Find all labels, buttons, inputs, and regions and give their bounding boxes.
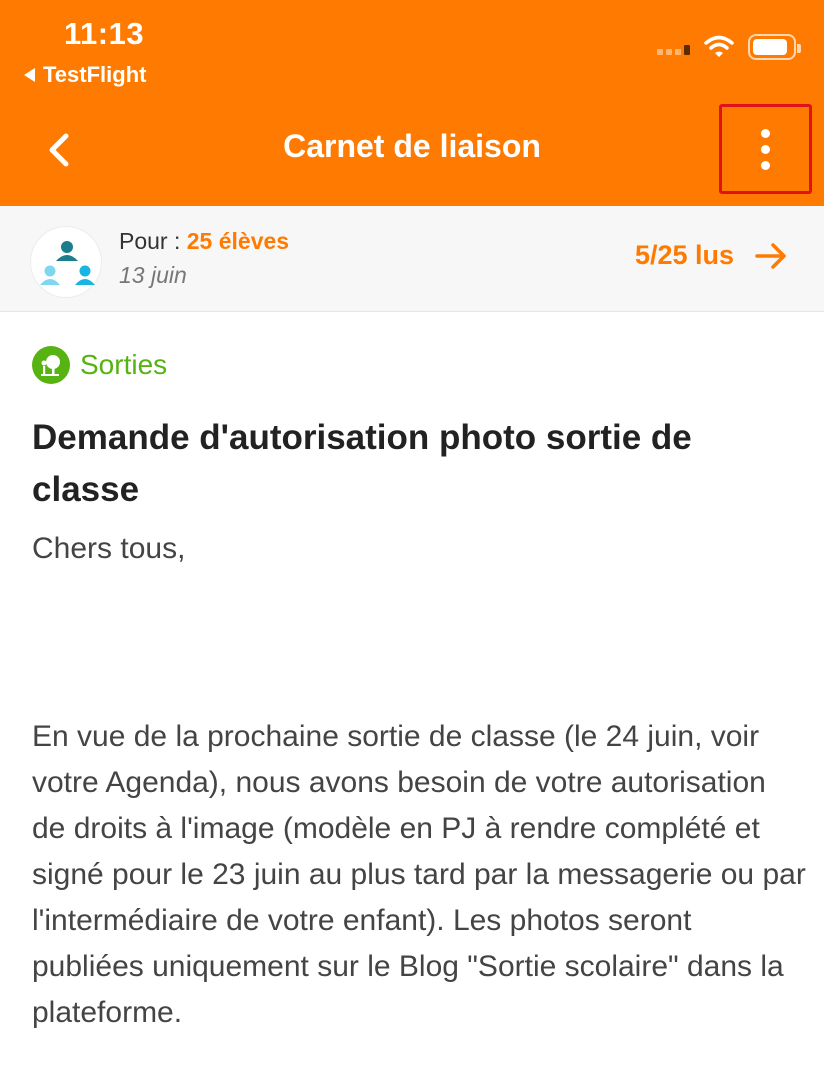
signal-icon xyxy=(657,39,690,55)
read-status-link[interactable]: 5/25 lus xyxy=(635,240,788,271)
wifi-icon xyxy=(704,35,734,57)
more-vertical-icon xyxy=(761,128,770,138)
message-title: Demande d'autorisation photo sortie de c… xyxy=(32,418,692,509)
message-greeting: Chers tous, xyxy=(32,532,186,565)
recipient-line: Pour : 25 élèves xyxy=(119,228,289,255)
app-header: 11:13 TestFlight Carnet de liaison xyxy=(0,0,824,206)
more-options-button[interactable] xyxy=(719,104,812,194)
back-triangle-icon xyxy=(24,68,35,82)
battery-icon xyxy=(748,34,801,60)
category-label: Sorties xyxy=(80,349,168,380)
status-icons xyxy=(657,34,801,60)
tree-icon xyxy=(32,346,70,384)
recipient-prefix: Pour : xyxy=(119,228,181,254)
read-count: 5/25 lus xyxy=(634,240,734,270)
page-title: Carnet de liaison xyxy=(283,128,541,164)
recipient-count: 25 élèves xyxy=(186,228,290,254)
message-body: En vue de la prochaine sortie de classe … xyxy=(32,720,806,1029)
message-date: 13 juin xyxy=(119,262,187,288)
group-icon xyxy=(30,226,102,298)
arrow-right-icon xyxy=(755,242,786,269)
category-tag: Sorties xyxy=(32,346,167,384)
status-time: 11:13 xyxy=(64,16,145,51)
recipient-bar[interactable]: Pour : 25 élèves 13 juin 5/25 lus xyxy=(0,206,824,312)
back-app-label: TestFlight xyxy=(43,62,147,87)
back-to-app-link[interactable]: TestFlight xyxy=(24,62,146,88)
